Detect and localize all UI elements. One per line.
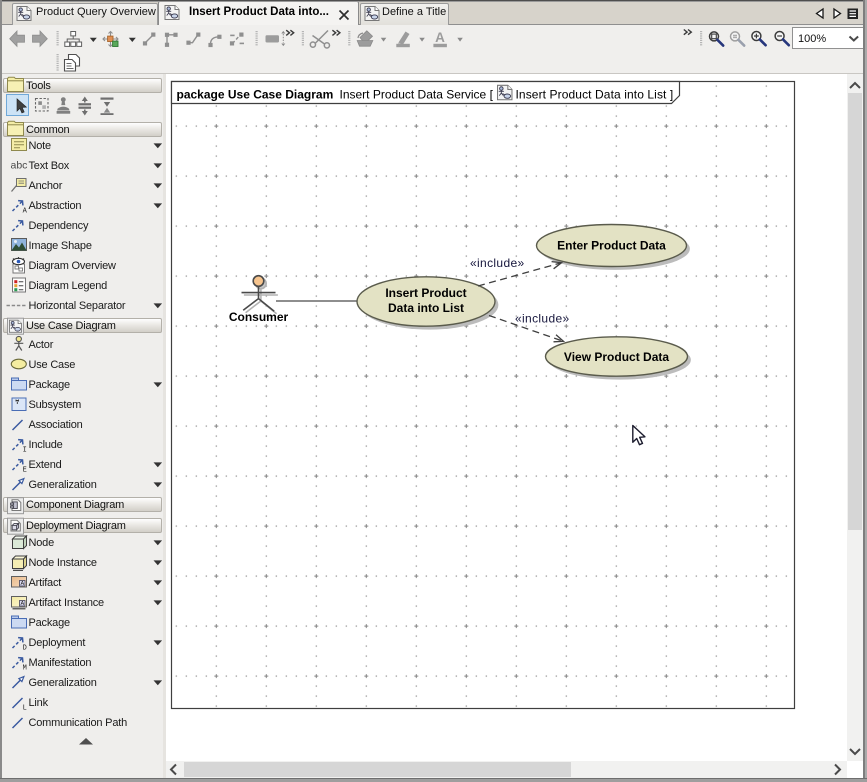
svg-text:«include»: «include» — [515, 311, 570, 325]
svg-text:Consumer: Consumer — [229, 310, 289, 324]
svg-text:D: D — [23, 645, 27, 653]
svg-text:package Use Case Diagram: package Use Case Diagram — [177, 88, 334, 102]
svg-text:Data into List: Data into List — [388, 301, 464, 315]
svg-text:A: A — [23, 208, 28, 216]
svg-text:View Product Data: View Product Data — [564, 350, 669, 364]
svg-text:Insert Product Data into List: Insert Product Data into List ] — [516, 88, 674, 102]
svg-text:L: L — [23, 705, 27, 713]
svg-text:M: M — [23, 665, 27, 673]
svg-text:I: I — [23, 447, 27, 455]
svg-text:E: E — [23, 467, 27, 475]
svg-text:Insert Product: Insert Product — [385, 286, 466, 300]
svg-text:«include»: «include» — [470, 256, 525, 270]
svg-text:A: A — [20, 581, 24, 587]
svg-text:A: A — [435, 30, 445, 45]
svg-text:A: A — [20, 601, 24, 607]
svg-text:Insert Product Data Service [: Insert Product Data Service [ — [340, 88, 494, 102]
svg-text:abc: abc — [11, 160, 28, 172]
svg-text:Enter Product Data: Enter Product Data — [557, 238, 666, 252]
